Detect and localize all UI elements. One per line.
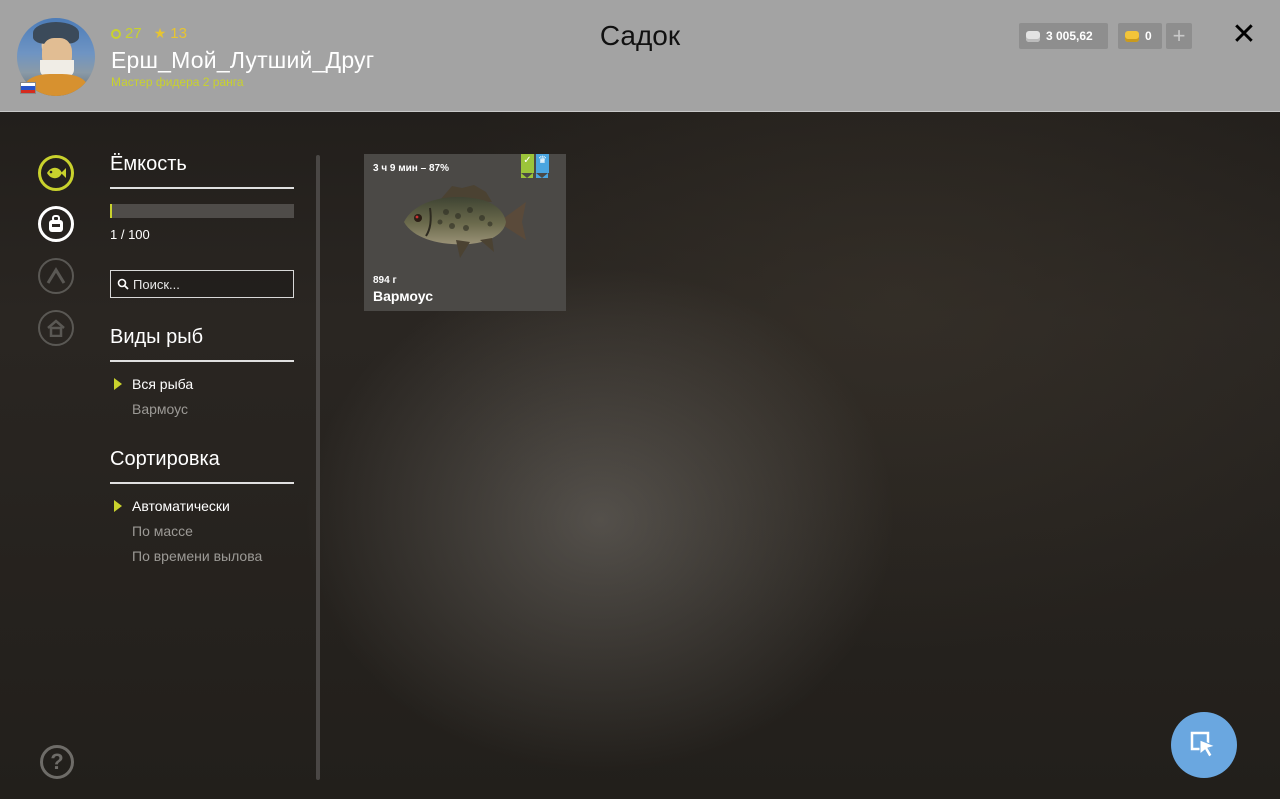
warmouth-fish-image bbox=[404, 185, 526, 258]
home-icon bbox=[47, 319, 65, 337]
capacity-text: 1 / 100 bbox=[110, 227, 150, 242]
cursor-mode-button[interactable] bbox=[1171, 712, 1237, 778]
species-option-all[interactable]: Вся рыба bbox=[132, 376, 193, 392]
panel-scrollbar[interactable] bbox=[316, 155, 320, 780]
search-field[interactable] bbox=[110, 270, 294, 298]
player-rank: Мастер фидера 2 ранга bbox=[111, 75, 244, 89]
selected-arrow-icon bbox=[114, 500, 122, 512]
check-icon: ✓ bbox=[521, 154, 534, 178]
sorting-divider bbox=[110, 482, 294, 484]
capacity-progress-bar bbox=[110, 204, 294, 218]
fish-card-time: 3 ч 9 мин – 87% bbox=[373, 163, 449, 174]
capacity-heading: Ёмкость bbox=[110, 153, 187, 175]
help-button[interactable]: ? bbox=[40, 745, 74, 779]
gold-balance-value: 0 bbox=[1145, 29, 1152, 43]
upgrade-tab[interactable] bbox=[38, 258, 74, 294]
pointer-cursor-icon bbox=[1190, 731, 1217, 758]
inventory-tab[interactable] bbox=[38, 206, 74, 242]
sorting-heading: Сортировка bbox=[110, 448, 220, 470]
species-divider bbox=[110, 360, 294, 362]
species-option-warmouth[interactable]: Вармоус bbox=[132, 401, 188, 417]
russia-flag-icon bbox=[20, 82, 36, 94]
silver-balance: 3 005,62 bbox=[1019, 23, 1108, 49]
capacity-divider bbox=[110, 187, 294, 189]
silver-coin-icon bbox=[1026, 30, 1040, 42]
gold-coin-icon bbox=[1125, 30, 1139, 42]
sort-option-weight[interactable]: По массе bbox=[132, 523, 193, 539]
crown-icon: ♛ bbox=[536, 154, 549, 178]
capacity-progress-fill bbox=[110, 204, 112, 218]
sort-option-time[interactable]: По времени вылова bbox=[132, 548, 262, 564]
fish-card[interactable]: 3 ч 9 мин – 87% ✓ ♛ 894 г Вармоус bbox=[364, 154, 566, 311]
add-gold-button[interactable]: + bbox=[1166, 23, 1192, 49]
fish-icon bbox=[47, 167, 66, 179]
upgrade-icon bbox=[46, 267, 66, 284]
home-tab[interactable] bbox=[38, 310, 74, 346]
close-button[interactable]: ✕ bbox=[1230, 20, 1258, 50]
gold-balance: 0 bbox=[1118, 23, 1162, 49]
search-input[interactable] bbox=[133, 276, 283, 292]
fish-card-weight: 894 г bbox=[373, 275, 397, 286]
selected-arrow-icon bbox=[114, 378, 122, 390]
fish-card-name: Вармоус bbox=[373, 288, 434, 304]
search-icon bbox=[117, 278, 129, 290]
top-bar: 27 ★ 13 Ерш_Мой_Лутший_Друг Мастер фидер… bbox=[0, 0, 1280, 112]
silver-balance-value: 3 005,62 bbox=[1046, 29, 1093, 43]
sort-option-auto[interactable]: Автоматически bbox=[132, 498, 230, 514]
fish-keepnet-tab[interactable] bbox=[38, 155, 74, 191]
inventory-icon bbox=[49, 215, 63, 232]
species-heading: Виды рыб bbox=[110, 326, 204, 348]
